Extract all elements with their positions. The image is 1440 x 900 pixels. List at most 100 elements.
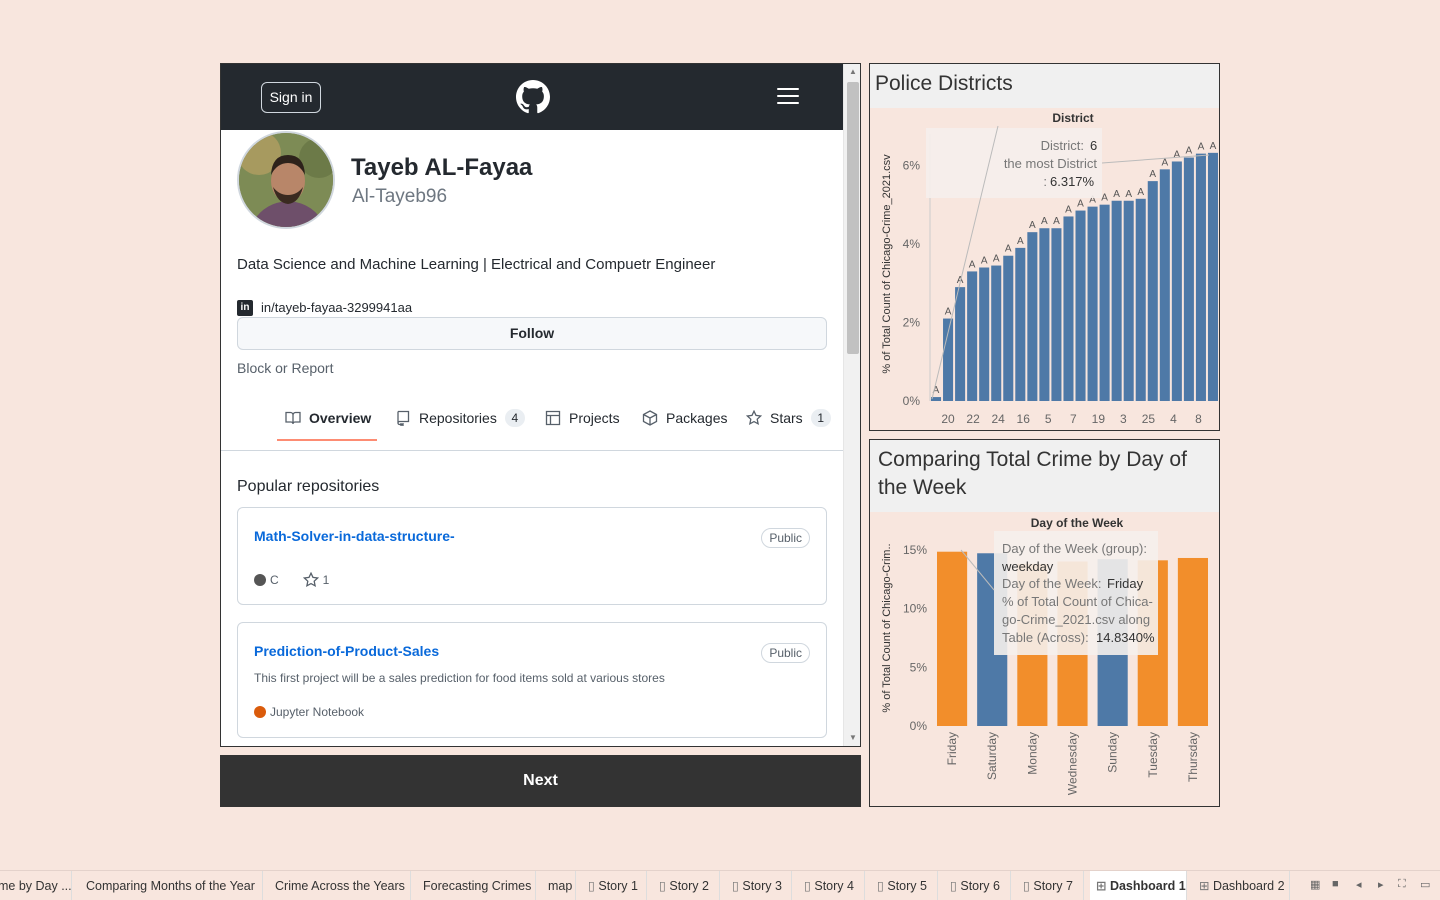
bar [1147,181,1158,401]
story-icon: ▯ [877,879,888,893]
police-districts-chart[interactable]: District 0% 2% 4% 6% % of Total Count of Chic… [870,64,1219,430]
bar [1123,200,1134,401]
x-tick-label: Wednesday [1066,732,1080,795]
y-tick-label: 5% [910,660,928,674]
prev-tab-icon[interactable]: ◂ [1356,878,1362,891]
bar [1027,232,1038,401]
bar-data-label: A [1029,220,1036,231]
bar-data-label: A [1017,236,1024,247]
tab-stars[interactable]: Stars 1 [746,408,831,428]
avatar-photo [239,133,333,227]
scroll-up-icon[interactable]: ▲ [844,66,860,78]
sheet-tab[interactable]: Crime Across the Years [269,871,411,900]
tooltip-line: : [1043,174,1047,189]
tab-packages[interactable]: Packages [642,408,727,428]
x-tick-label: 16 [1017,412,1031,426]
show-tabs-icon[interactable]: ■ [1332,878,1339,890]
sign-in-button[interactable]: Sign in [261,82,321,113]
sheet-tab[interactable]: ▯ Story 5 [871,871,938,900]
profile-tabs: Overview Repositories 4 Projects Package… [221,394,843,451]
bar-data-label: A [1041,216,1048,227]
sheet-tab[interactable]: ▯ Story 7 [1017,871,1084,900]
show-filmstrip-icon[interactable]: ▦ [1310,878,1320,891]
profile-bio: Data Science and Machine Learning | Elec… [237,256,716,273]
x-tick-label: 8 [1195,412,1202,426]
sheet-tab-label: me by Day ... [0,879,72,893]
menu-icon[interactable] [777,88,799,106]
repo-meta: Jupyter Notebook [254,705,364,719]
bar [991,265,1002,401]
bar [1003,255,1014,401]
bar [1039,228,1050,401]
y-tick-label: 15% [903,543,927,557]
present-icon[interactable]: ▭ [1420,878,1430,891]
sheet-tab-bar: me by Day ... Comparing Months of the Yea… [0,870,1440,900]
story-icon: ▯ [588,879,599,893]
tab-overview-label: Overview [309,410,372,426]
repo-language: C [270,573,279,587]
sheet-tab[interactable]: ▯ Story 1 [582,871,647,900]
bar [1183,157,1194,401]
dashboard-icon: ⊞ [1096,879,1110,893]
tab-repositories[interactable]: Repositories 4 [395,408,525,428]
tab-projects[interactable]: Projects [545,408,620,428]
linkedin-link[interactable]: in/tayeb-fayaa-3299941aa [261,300,412,315]
sheet-tab-label: Crime Across the Years [275,879,405,893]
bar [1171,161,1182,401]
y-tick-label: 6% [903,158,921,172]
repo-link[interactable]: Math-Solver-in-data-structure- [254,528,455,544]
sheet-tab[interactable]: ⊞ Dashboard 1 [1090,871,1187,900]
sheet-tab[interactable]: ▯ Story 6 [944,871,1011,900]
next-tab-icon[interactable]: ▸ [1378,878,1384,891]
tooltip-line: Day of the Week: [1002,576,1101,591]
repo-stars[interactable]: 1 [323,573,330,587]
sheet-tab[interactable]: ⊞ Dashboard 2 [1193,871,1290,900]
avatar[interactable] [237,131,335,229]
tab-overview[interactable]: Overview [285,408,371,428]
sheet-tab-label: Story 7 [1033,879,1073,893]
tab-packages-label: Packages [666,410,728,426]
tooltip-value: 6.317% [1050,174,1095,189]
bar-data-label: A [981,256,988,267]
column-header: Day of the Week [1031,516,1124,530]
bar-data-label: A [1053,216,1060,227]
y-axis-label: % of Total Count of Chicago-Crim.. [881,543,893,712]
tooltip-value: weekday [1001,559,1054,574]
table-icon [545,410,561,426]
bar [1051,228,1062,401]
x-tick-label: Friday [945,732,959,765]
follow-button[interactable]: Follow [237,317,827,350]
bar-data-label: A [1137,187,1144,198]
star-icon[interactable] [302,572,319,588]
block-report-link[interactable]: Block or Report [237,360,333,376]
x-tick-label: 19 [1092,412,1106,426]
sheet-tab[interactable]: map [542,871,576,900]
scrollbar[interactable]: ▲ ▼ [843,64,860,746]
github-header: Sign in [221,64,843,130]
sheet-tab[interactable]: Forecasting Crimes [417,871,536,900]
scroll-down-icon[interactable]: ▼ [844,732,860,744]
repo-link[interactable]: Prediction-of-Product-Sales [254,643,439,659]
sheet-tab[interactable]: Comparing Months of the Year [80,871,263,900]
bar [1195,153,1206,401]
x-tick-label: Sunday [1106,732,1120,773]
sheet-tab[interactable]: ▯ Story 2 [653,871,720,900]
story-icon: ▯ [1023,879,1034,893]
bar-data-label: A [1161,157,1168,168]
bar-data-label: A [1113,189,1120,200]
next-button[interactable]: Next [220,755,861,807]
repo-description: This first project will be a sales predi… [254,671,665,685]
sheet-tab[interactable]: ▯ Story 4 [798,871,865,900]
github-logo-icon[interactable] [516,80,550,114]
language-dot-icon [254,574,266,586]
x-tick-label: Tuesday [1146,732,1160,778]
sheet-tab[interactable]: ▯ Story 3 [726,871,792,900]
sheet-tab[interactable]: me by Day ... [0,871,72,900]
bar-data-label: A [1186,146,1193,157]
fit-icon[interactable]: ⛶ [1398,878,1406,891]
scroll-thumb[interactable] [847,82,859,354]
tooltip-value: 6 [1090,138,1097,153]
dashboard-icon: ⊞ [1199,879,1213,893]
book-icon [285,411,301,425]
bar [967,271,978,401]
